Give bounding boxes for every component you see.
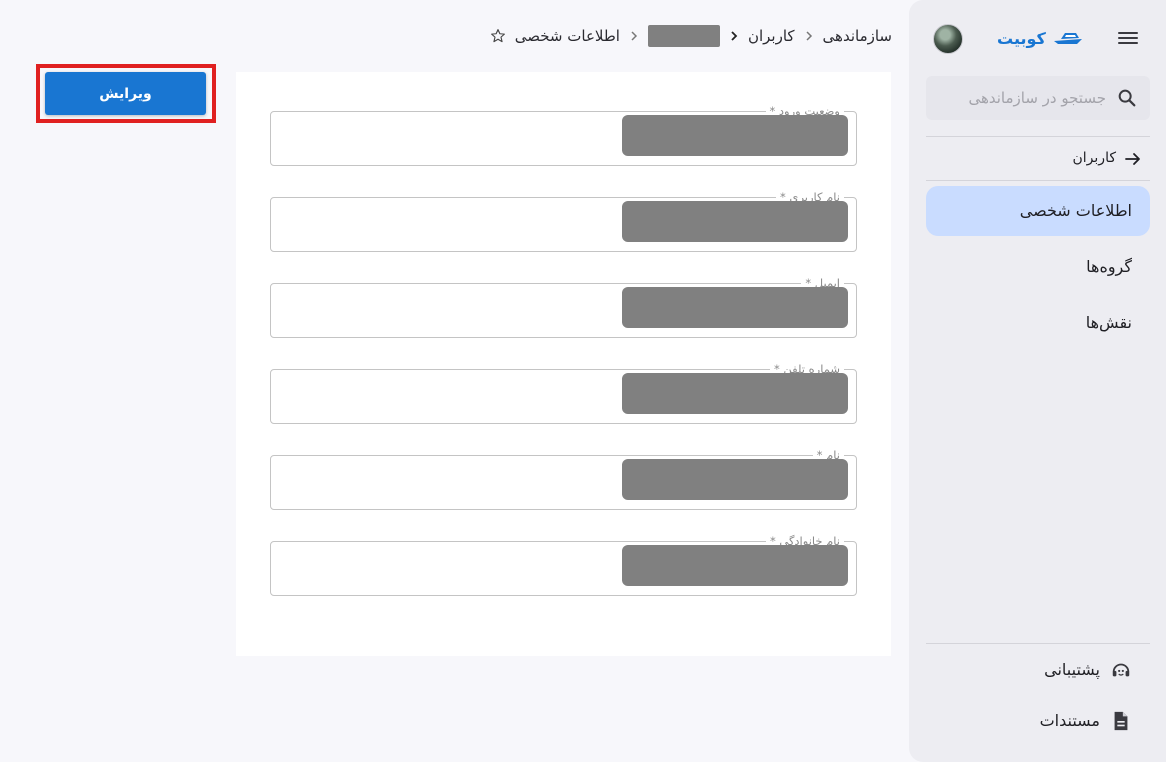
brand-name: کوبیت <box>997 28 1046 48</box>
username-field[interactable]: نام کاربری * <box>270 191 857 252</box>
hamburger-menu-icon[interactable] <box>1116 29 1140 47</box>
first-name-field[interactable]: نام * <box>270 449 857 510</box>
document-icon <box>1114 711 1128 731</box>
divider <box>926 180 1150 181</box>
sidebar: کوبیت جستجو در سازماندهی کاربران اطلاعات… <box>909 0 1166 762</box>
login-status-field[interactable]: وضعیت ورود * <box>270 105 857 166</box>
edit-button[interactable]: ویرایش <box>45 72 206 115</box>
documents-label: مستندات <box>1039 711 1100 730</box>
phone-value-redacted <box>622 373 848 414</box>
search-icon <box>1118 89 1136 107</box>
phone-field[interactable]: شماره تلفن * <box>270 363 857 424</box>
breadcrumb-users[interactable]: کاربران <box>748 27 795 45</box>
search-input[interactable]: جستجو در سازماندهی <box>926 76 1150 120</box>
brand-logo[interactable]: کوبیت <box>997 24 1084 52</box>
support-label: پشتیبانی <box>1044 660 1100 679</box>
support-icon <box>1112 663 1130 677</box>
sidebar-item-label: اطلاعات شخصی <box>1019 201 1132 220</box>
star-icon[interactable] <box>489 27 507 45</box>
breadcrumb-personal-info: اطلاعات شخصی <box>514 27 620 45</box>
first-name-value-redacted <box>622 459 848 500</box>
username-value-redacted <box>622 201 848 242</box>
boat-logo-icon <box>1053 33 1082 44</box>
sidebar-item-personal-info[interactable]: اطلاعات شخصی <box>926 186 1150 236</box>
divider <box>926 136 1150 137</box>
sidebar-item-support[interactable]: پشتیبانی <box>926 650 1150 690</box>
sidebar-header: کوبیت <box>909 0 1166 76</box>
login-status-value-redacted <box>622 115 848 156</box>
chevron-right-icon <box>631 31 638 41</box>
back-to-users-link[interactable]: کاربران <box>926 140 1150 178</box>
email-value-redacted <box>622 287 848 328</box>
sidebar-item-groups[interactable]: گروه‌ها <box>926 242 1150 292</box>
chevron-right-icon <box>731 31 738 41</box>
search-placeholder: جستجو در سازماندهی <box>968 89 1106 107</box>
last-name-value-redacted <box>622 545 848 586</box>
avatar[interactable] <box>933 24 963 54</box>
divider <box>926 643 1150 644</box>
sidebar-item-roles[interactable]: نقش‌ها <box>926 298 1150 348</box>
back-link-label: کاربران <box>1072 150 1116 166</box>
breadcrumb-redacted-user[interactable] <box>647 25 720 47</box>
breadcrumb-organization[interactable]: سازماندهی <box>823 27 892 45</box>
email-field[interactable]: ایمیل * <box>270 277 857 338</box>
chevron-right-icon <box>806 31 812 41</box>
sidebar-item-label: گروه‌ها <box>1086 257 1132 276</box>
personal-info-form: وضعیت ورود * نام کاربری * ایمیل * شماره … <box>236 72 891 656</box>
last-name-field[interactable]: نام خانوادگی * <box>270 535 857 596</box>
sidebar-item-documents[interactable]: مستندات <box>926 701 1150 741</box>
sidebar-item-label: نقش‌ها <box>1085 313 1132 332</box>
arrow-right-icon <box>1125 153 1140 165</box>
breadcrumb: سازماندهی کاربران اطلاعات شخصی <box>489 22 892 50</box>
